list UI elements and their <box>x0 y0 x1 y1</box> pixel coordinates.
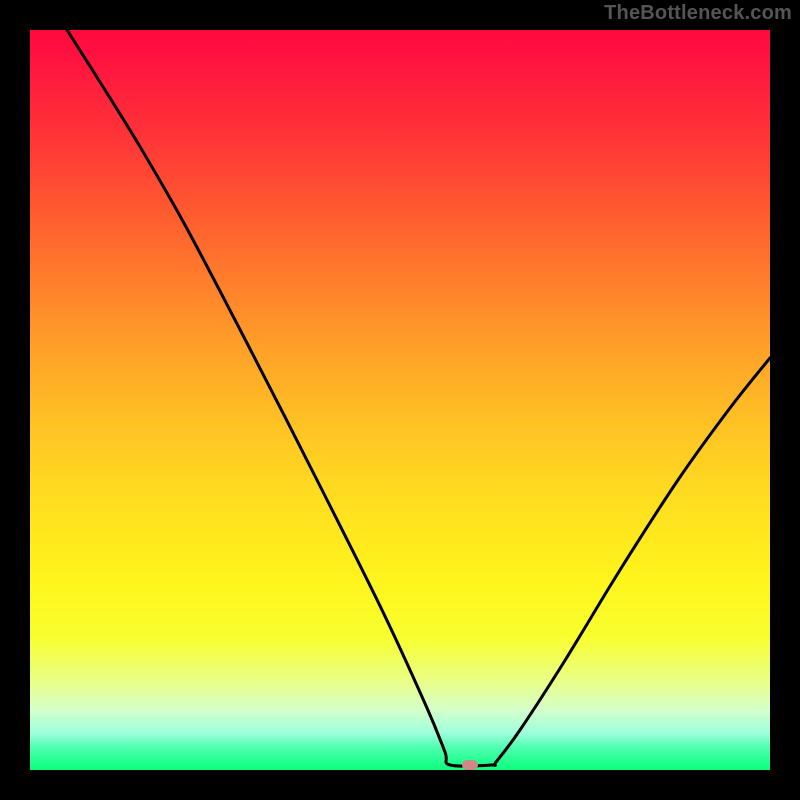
curve-layer <box>30 30 770 770</box>
watermark-text: TheBottleneck.com <box>604 2 792 25</box>
optimal-point-marker <box>462 760 478 770</box>
bottleneck-curve <box>67 30 770 766</box>
plot-area <box>30 30 770 770</box>
chart-frame: TheBottleneck.com <box>0 0 800 800</box>
